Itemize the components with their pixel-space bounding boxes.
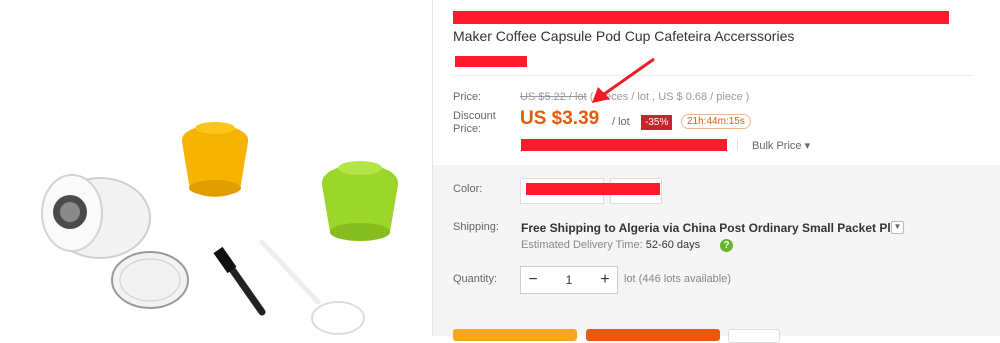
product-image[interactable] <box>0 0 432 336</box>
countdown-timer: 21h:44m:15s <box>681 114 751 129</box>
decrease-button[interactable]: − <box>521 267 545 293</box>
quantity-stepper: − 1 + <box>520 266 618 294</box>
product-photo <box>0 0 432 336</box>
options-panel <box>433 165 1000 336</box>
shipping-label: Shipping: <box>453 221 499 233</box>
bulk-price-link[interactable]: Bulk Price ▾ <box>752 139 810 152</box>
divider <box>453 75 973 76</box>
product-title: Maker Coffee Capsule Pod Cup Cafeteira A… <box>453 28 795 44</box>
shipping-info: Free Shipping to Algeria via China Post … <box>521 221 905 235</box>
caret-down-icon: ▾ <box>804 140 811 152</box>
original-price-value: US $5.22 / lot <box>520 91 587 103</box>
redacted-info <box>521 139 727 151</box>
redacted-title <box>453 11 949 24</box>
lots-available: lot (446 lots available) <box>624 273 732 285</box>
discount-badge: -35% <box>641 115 673 130</box>
redacted-rating <box>455 56 527 67</box>
discount-label: Discount Price: <box>453 110 496 135</box>
arrow-icon <box>592 57 655 103</box>
redacted-color <box>526 183 660 195</box>
product-info: Maker Coffee Capsule Pod Cup Cafeteira A… <box>433 0 1000 343</box>
buy-now-button[interactable] <box>453 329 577 341</box>
price-label: Price: <box>453 91 482 103</box>
color-label: Color: <box>453 183 483 195</box>
help-icon[interactable]: ? <box>720 239 733 252</box>
estimated-delivery: Estimated Delivery Time: 52-60 days <box>521 239 701 251</box>
add-to-cart-button[interactable] <box>586 329 720 341</box>
quantity-label: Quantity: <box>453 273 498 285</box>
quantity-input[interactable]: 1 <box>545 267 593 293</box>
discount-price: US $3.39 <box>520 108 600 129</box>
separator <box>737 139 738 151</box>
price-unit: / lot <box>612 116 630 128</box>
lid-shape <box>111 251 189 309</box>
wishlist-button[interactable] <box>728 329 780 343</box>
chevron-down-icon[interactable]: ▼ <box>891 221 904 234</box>
increase-button[interactable]: + <box>593 267 617 293</box>
